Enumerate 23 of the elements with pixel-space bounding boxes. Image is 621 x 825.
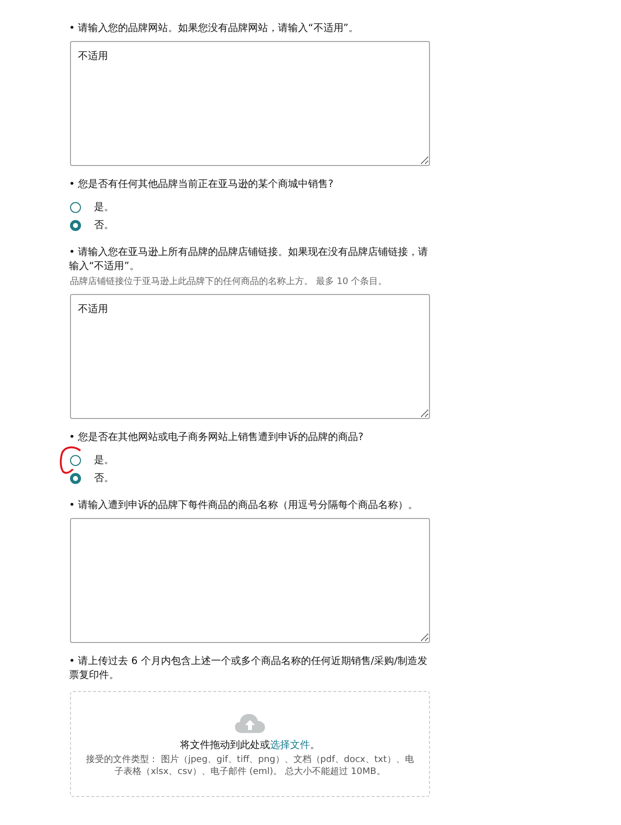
radio-button[interactable] <box>70 472 81 484</box>
option-label: 否。 <box>94 219 114 232</box>
question-label: • 请输入您在亚马逊上所有品牌的品牌店铺链接。如果现在没有品牌店铺链接，请输入“不适用”。 <box>69 246 430 274</box>
text-area[interactable]: 不适用 <box>70 294 430 419</box>
cloud-upload-icon <box>234 712 266 734</box>
question-label: • 请上传过去 6 个月内包含上述一个或多个商品名称的任何近期销售/采购/制造发票复印件。 <box>69 655 429 683</box>
text-area[interactable] <box>70 518 430 643</box>
question-label: • 请输入您的品牌网站。如果您没有品牌网站，请输入“不适用”。 <box>69 22 360 36</box>
radio-button[interactable] <box>70 220 81 230</box>
option-label: 是。 <box>94 201 114 214</box>
drop-zone[interactable]: 将文件拖动到此处或选择文件。 接受的文件类型： 图片（jpeg、gif、tiff、png）、文档（pdf、docx、txt）、电子表格（xlsx、csv）、电子邮件 (eml)。 总大小不能超过 10MB。 <box>70 691 430 797</box>
question-label: • 您是否有任何其他品牌当前正在亚马逊的某个商城中销售? <box>69 178 334 192</box>
file-types-note: 接受的文件类型： 图片（jpeg、gif、tiff、png）、文档（pdf、docx、txt）、电子表格（xlsx、csv）、电子邮件 (eml)。 总大小不能超过 10MB。 <box>85 754 415 778</box>
text-area[interactable]: 不适用 <box>70 41 430 166</box>
drop-prompt: 将文件拖动到此处或选择文件。 <box>180 738 320 752</box>
option-label: 是。 <box>94 454 114 467</box>
radio-button[interactable] <box>70 454 81 466</box>
radio-button[interactable] <box>70 202 81 212</box>
select-file-link[interactable]: 选择文件 <box>270 740 310 751</box>
question-label: • 请输入遭到申诉的品牌下每件商品的商品名称（用逗号分隔每个商品名称）。 <box>69 499 420 513</box>
question-label: • 您是否在其他网站或电子商务网站上销售遭到申诉的品牌的商品? <box>69 431 364 445</box>
field-hint: 品牌店铺链接位于亚马逊上此品牌下的任何商品的名称上方。 最多 10 个条目。 <box>70 276 388 289</box>
option-label: 否。 <box>94 472 114 485</box>
